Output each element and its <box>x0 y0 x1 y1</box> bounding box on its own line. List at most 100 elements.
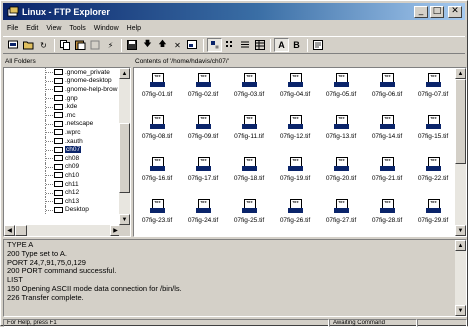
minimize-button[interactable]: _ <box>414 5 428 18</box>
tree-vertical-scrollbar[interactable]: ▲ ▼ <box>119 68 130 225</box>
scroll-thumb[interactable] <box>119 123 130 193</box>
menu-help[interactable]: Help <box>123 25 145 32</box>
file-item[interactable]: TIFF 07fig-08.tif <box>134 112 180 154</box>
folder-item[interactable]: .kde <box>4 102 121 111</box>
file-item[interactable]: TIFF 07fig-01.tif <box>134 70 180 112</box>
tiff-file-icon: TIFF <box>241 199 257 214</box>
menu-edit[interactable]: Edit <box>22 25 42 32</box>
scroll-up-arrow-icon[interactable]: ▲ <box>119 68 130 79</box>
folder-item[interactable]: .xauth <box>4 136 121 146</box>
folder-item[interactable]: ch13 <box>4 196 121 206</box>
file-item[interactable]: TIFF 07fig-24.tif <box>180 196 226 236</box>
window-title: Linux - FTP Explorer <box>22 6 110 17</box>
delete-icon[interactable]: ✕ <box>170 38 185 52</box>
folder-item[interactable]: ch11 <box>4 179 121 189</box>
folder-item[interactable]: .gnp <box>4 93 121 103</box>
file-item[interactable]: TIFF 07fig-21.tif <box>364 154 410 196</box>
file-item[interactable]: TIFF 07fig-03.tif <box>226 70 272 112</box>
paste-icon[interactable] <box>73 38 88 52</box>
file-item[interactable]: TIFF 07fig-25.tif <box>226 196 272 236</box>
file-item[interactable]: TIFF 07fig-04.tif <box>272 70 318 112</box>
file-list-pane[interactable]: TIFF 07fig-01.tif TIFF 07fig-02.tif TIFF 07fi… <box>133 67 467 237</box>
file-item[interactable]: TIFF 07fig-11.tif <box>226 112 272 154</box>
properties-icon[interactable] <box>185 38 200 52</box>
folder-item[interactable]: Desktop <box>4 205 121 215</box>
file-item[interactable]: TIFF 07fig-12.tif <box>272 112 318 154</box>
folder-item[interactable]: ch10 <box>4 171 121 180</box>
folder-item[interactable]: .mc <box>4 110 121 120</box>
maximize-button[interactable]: □ <box>430 5 444 18</box>
folder-item[interactable]: .gnome-help-brow <box>4 85 121 94</box>
details-view-icon[interactable] <box>252 38 267 52</box>
list-view-icon[interactable] <box>237 38 252 52</box>
close-button[interactable]: ✕ <box>448 5 462 18</box>
menu-tools[interactable]: Tools <box>65 25 89 32</box>
folder-item[interactable]: ch12 <box>4 188 121 197</box>
folder-item[interactable]: ch09 <box>4 162 121 172</box>
scroll-thumb[interactable] <box>15 225 27 236</box>
log-vertical-scrollbar[interactable]: ▲ ▼ <box>455 240 466 316</box>
folder-item[interactable]: .gnome-desktop <box>4 76 121 86</box>
scroll-up-arrow-icon[interactable]: ▲ <box>455 68 466 79</box>
connect-icon[interactable] <box>6 38 21 52</box>
folder-item[interactable]: ch08 <box>4 153 121 163</box>
file-item[interactable]: TIFF 07fig-19.tif <box>272 154 318 196</box>
scroll-up-arrow-icon[interactable]: ▲ <box>455 240 466 251</box>
scroll-left-arrow-icon[interactable]: ◀ <box>4 225 15 236</box>
up-arrow-icon[interactable]: 🡅 <box>155 38 170 52</box>
file-item[interactable]: TIFF 07fig-17.tif <box>180 154 226 196</box>
folder-tree[interactable]: .gnome_private .gnome-desktop .gnome-help-… <box>3 67 131 237</box>
file-item[interactable]: TIFF 07fig-14.tif <box>364 112 410 154</box>
file-name: 07fig-24.tif <box>187 217 219 224</box>
file-item[interactable]: TIFF 07fig-28.tif <box>364 196 410 236</box>
download-icon[interactable]: 🡇 <box>140 38 155 52</box>
file-item[interactable]: TIFF 07fig-18.tif <box>226 154 272 196</box>
folder-item[interactable]: .netscape <box>4 119 121 129</box>
file-item[interactable]: TIFF 07fig-22.tif <box>410 154 456 196</box>
menu-file[interactable]: File <box>3 25 22 32</box>
file-item[interactable]: TIFF 07fig-27.tif <box>318 196 364 236</box>
folder-label: ch07 <box>65 146 82 154</box>
file-item[interactable]: TIFF 07fig-09.tif <box>180 112 226 154</box>
scroll-down-arrow-icon[interactable]: ▼ <box>119 214 130 225</box>
folder-item[interactable]: ch07 <box>4 145 121 154</box>
binary-mode-button[interactable]: B <box>289 38 304 52</box>
disconnect-icon[interactable]: ⚡ <box>103 38 118 52</box>
folder-item[interactable]: .wprc <box>4 128 121 137</box>
small-icons-view-icon[interactable] <box>222 38 237 52</box>
ascii-mode-button[interactable]: A <box>274 38 289 52</box>
scroll-down-arrow-icon[interactable]: ▼ <box>455 225 466 236</box>
file-item[interactable]: TIFF 07fig-26.tif <box>272 196 318 236</box>
file-item[interactable]: TIFF 07fig-07.tif <box>410 70 456 112</box>
folder-icon <box>54 189 63 196</box>
tree-horizontal-scrollbar[interactable]: ◀ ▶ <box>4 225 121 236</box>
menu-window[interactable]: Window <box>90 25 123 32</box>
scroll-thumb[interactable] <box>455 79 466 164</box>
files-vertical-scrollbar[interactable]: ▲ ▼ <box>455 68 466 236</box>
save-icon[interactable] <box>125 38 140 52</box>
text-mode-icon[interactable] <box>311 38 326 52</box>
tiff-file-icon: TIFF <box>287 73 303 88</box>
file-item[interactable]: TIFF 07fig-13.tif <box>318 112 364 154</box>
refresh-icon[interactable]: ↻ <box>36 38 51 52</box>
tiff-file-icon: TIFF <box>379 73 395 88</box>
large-icons-view-icon[interactable] <box>207 38 222 52</box>
file-item[interactable]: TIFF 07fig-06.tif <box>364 70 410 112</box>
file-name: 07fig-09.tif <box>187 133 219 140</box>
file-item[interactable]: TIFF 07fig-23.tif <box>134 196 180 236</box>
title-bar[interactable]: Linux - FTP Explorer _ □ ✕ <box>3 3 465 20</box>
file-item[interactable]: TIFF 07fig-29.tif <box>410 196 456 236</box>
paste-alt-icon[interactable] <box>88 38 103 52</box>
file-item[interactable]: TIFF 07fig-20.tif <box>318 154 364 196</box>
folder-item[interactable]: .gnome_private <box>4 68 121 77</box>
file-item[interactable]: TIFF 07fig-05.tif <box>318 70 364 112</box>
copy-icon[interactable] <box>58 38 73 52</box>
file-name: 07fig-25.tif <box>233 217 265 224</box>
command-log[interactable]: TYPE A 200 Type set to A. PORT 24,7,91,75,… <box>3 239 467 317</box>
open-folder-icon[interactable] <box>21 38 36 52</box>
file-item[interactable]: TIFF 07fig-02.tif <box>180 70 226 112</box>
file-item[interactable]: TIFF 07fig-15.tif <box>410 112 456 154</box>
file-item[interactable]: TIFF 07fig-16.tif <box>134 154 180 196</box>
menu-view[interactable]: View <box>42 25 65 32</box>
scroll-down-arrow-icon[interactable]: ▼ <box>455 305 466 316</box>
